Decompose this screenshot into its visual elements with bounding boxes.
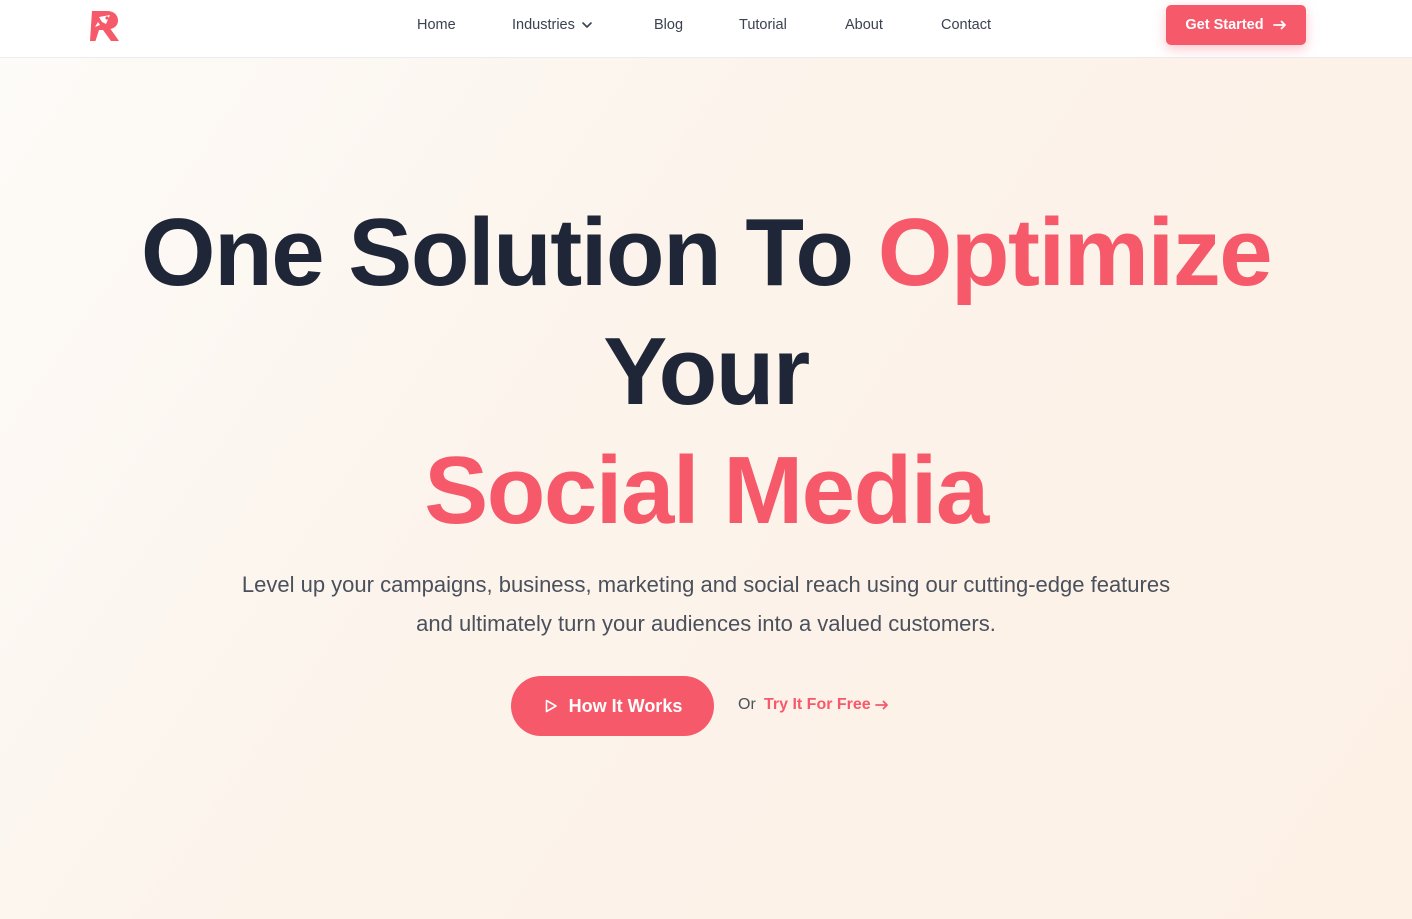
nav-link-home[interactable]: Home (417, 17, 456, 33)
try-it-for-free-link[interactable]: Try It For Free (764, 696, 889, 714)
nav-link-contact[interactable]: Contact (941, 17, 991, 33)
nav-link-tutorial[interactable]: Tutorial (739, 17, 787, 33)
play-icon (545, 699, 557, 713)
top-navbar: Home Industries Blog Tutorial About Cont… (0, 0, 1412, 58)
nav-link-about[interactable]: About (845, 17, 883, 33)
try-it-for-free-label: Try It For Free (764, 696, 871, 713)
hero-headline-line2: Your (603, 318, 810, 425)
arrow-right-icon (874, 700, 888, 710)
headline-part-dark: One Solution To (140, 199, 878, 306)
hero-headline-line1: One Solution To Optimize (0, 205, 1412, 301)
arrow-right-icon (1272, 20, 1286, 30)
nav-link-blog[interactable]: Blog (654, 17, 683, 33)
nav-link-industries-label: Industries (512, 17, 575, 33)
hero-section: One Solution To Optimize Your Social Med… (0, 58, 1412, 919)
hero-headline-line3: Social Media (424, 437, 989, 544)
how-it-works-button[interactable]: How It Works (511, 676, 714, 736)
get-started-button[interactable]: Get Started (1166, 5, 1306, 45)
or-text: Or (738, 696, 756, 713)
how-it-works-label: How It Works (568, 695, 683, 716)
get-started-label: Get Started (1185, 17, 1264, 33)
headline-part-accent: Optimize (877, 199, 1273, 306)
chevron-down-icon (582, 22, 592, 28)
hero-subtitle: Level up your campaigns, business, marke… (241, 572, 1171, 636)
nav-link-industries[interactable]: Industries (512, 17, 593, 33)
